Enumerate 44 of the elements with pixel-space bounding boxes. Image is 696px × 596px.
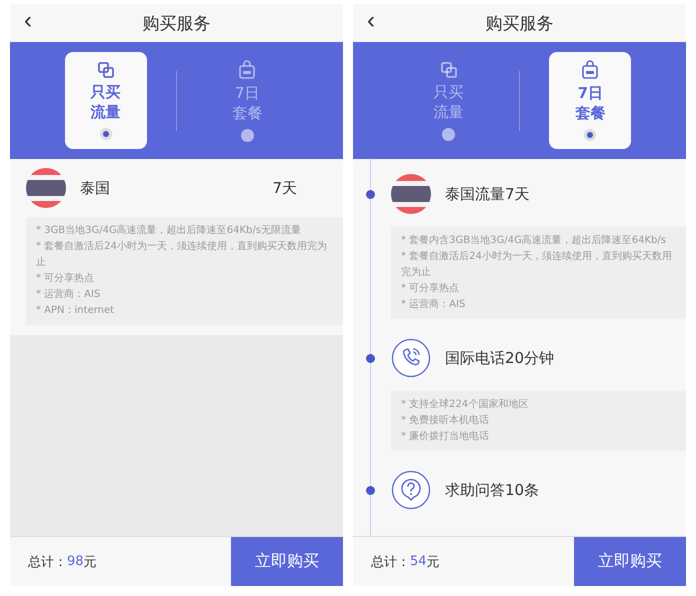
plan-tab[interactable]: 7日 套餐 <box>206 52 288 149</box>
country-name: 泰国 <box>80 178 111 198</box>
item-title: 求助问答10条 <box>445 480 540 500</box>
thailand-flag-icon <box>26 168 66 208</box>
note-text: * 廉价拨打当地电话 <box>401 430 490 444</box>
timeline-dot <box>366 354 375 362</box>
shopping-bag-icon <box>238 60 256 80</box>
buy-now-button[interactable]: 立即购买 <box>231 537 343 586</box>
plan-tab[interactable]: 只买 流量 <box>408 52 490 149</box>
radio-dot-icon <box>240 128 254 142</box>
note-text: * 套餐自激活后24小时为一天，须连续使用，直到购买天数用完为止 <box>36 240 328 270</box>
note-text: * 支持全球224个国家和地区 <box>401 398 530 412</box>
note-text: * 3GB当地3G/4G高速流量，超出后降速至64Kb/s无限流量 <box>36 224 302 238</box>
radio-dot-icon <box>100 128 112 140</box>
shopping-bag-icon <box>581 60 600 80</box>
timeline-dot <box>366 486 375 494</box>
item-title: 泰国流量7天 <box>445 184 530 204</box>
screen-title: 购买服务 <box>142 12 212 34</box>
note-text: * 运营商：AIS <box>36 288 102 302</box>
plan-tab[interactable]: 7日 套餐 <box>549 52 632 149</box>
total-text: 总计：98元 <box>27 553 98 572</box>
phone-call-icon <box>391 338 431 378</box>
timeline-dot <box>366 190 375 198</box>
buy-now-button[interactable]: 立即购买 <box>574 537 686 586</box>
radio-dot-icon <box>584 129 596 141</box>
duration-text: 7天 <box>272 178 297 198</box>
thailand-flag-icon <box>391 174 431 214</box>
squares-icon <box>96 61 115 79</box>
note-text: * 可分享热点 <box>401 282 460 296</box>
note-text: * 套餐自激活后24小时为一天，须连续使用，直到购买天数用完为止 <box>401 250 673 280</box>
screen-title: 购买服务 <box>484 12 554 34</box>
back-button[interactable]: ‹ <box>10 7 46 39</box>
question-bubble-icon <box>391 470 431 510</box>
radio-dot-icon <box>442 128 456 140</box>
back-button[interactable]: ‹ <box>353 7 389 39</box>
note-text: * 免费接听本机电话 <box>401 414 490 428</box>
note-text: * APN：internet <box>36 304 116 318</box>
total-text: 总计：54元 <box>370 553 441 572</box>
note-text: * 运营商：AIS <box>401 298 466 312</box>
note-text: * 可分享热点 <box>36 272 96 286</box>
note-text: * 套餐内含3GB当地3G/4G高速流量，超出后降速至64Kb/s <box>401 234 667 248</box>
plan-tab[interactable]: 只买 流量 <box>64 52 147 149</box>
squares-icon <box>440 60 458 78</box>
item-title: 国际电话20分钟 <box>445 348 554 368</box>
